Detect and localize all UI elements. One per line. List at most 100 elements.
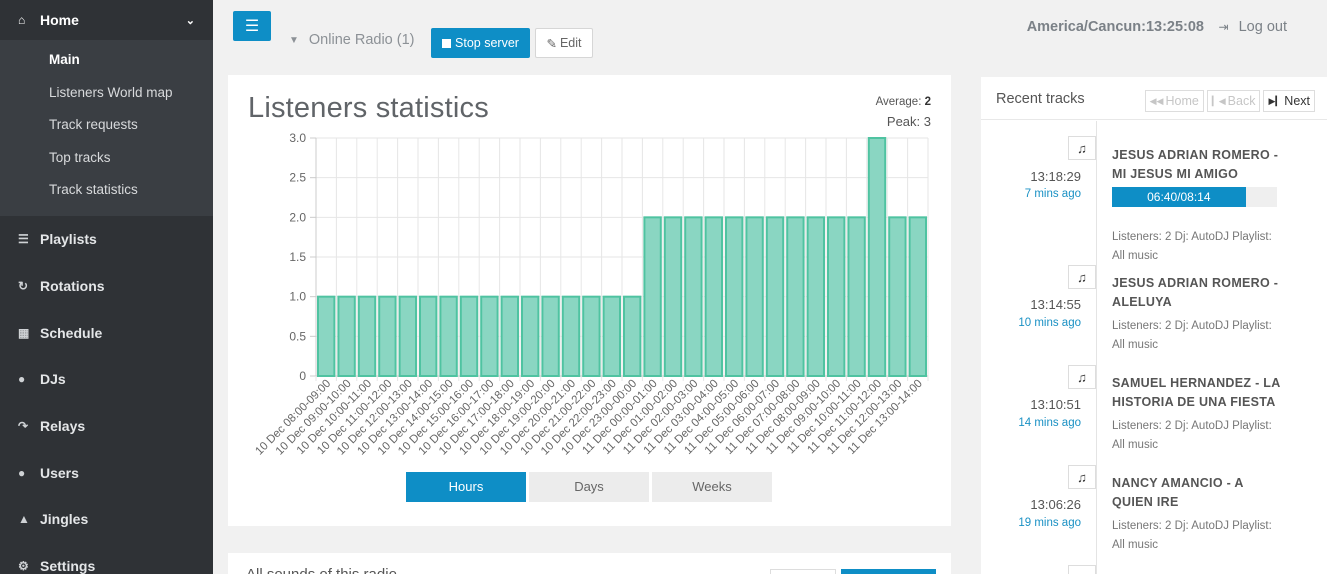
nav-back-button[interactable]: ▎◀ Back	[1206, 90, 1261, 112]
track-meta: Listeners: 2 Dj: AutoDJ Playlist: All mu…	[1112, 320, 1272, 351]
sounds-panel-button-2[interactable]	[841, 569, 936, 574]
sidebar-home-submenu: Main Listeners World map Track requests …	[0, 40, 213, 216]
edit-button[interactable]: ✎ Edit	[535, 28, 593, 58]
sidebar-item-listeners-world-map[interactable]: Listeners World map	[0, 77, 213, 110]
user-icon: ●	[18, 372, 26, 387]
bar	[684, 216, 703, 377]
track-time: 13:06:26	[1030, 497, 1081, 512]
y-tick-label: 2.0	[289, 210, 306, 224]
music-note-icon: ♫	[1068, 136, 1096, 160]
sidebar-item-label: Rotations	[40, 278, 105, 295]
bar	[908, 216, 927, 377]
list-icon: ☰	[18, 232, 29, 247]
listeners-statistics-panel: Listeners statistics Average: 2 Peak: 3 …	[228, 75, 951, 526]
track-name: NANCY AMANCIO - A QUIEN IRE	[1112, 476, 1244, 509]
bar	[623, 295, 642, 378]
sidebar-item-djs[interactable]: ● DJs	[0, 356, 213, 403]
sidebar-item-top-tracks[interactable]: Top tracks	[0, 142, 213, 175]
music-note-icon: ♫	[1068, 265, 1096, 289]
menu-toggle-button[interactable]: ☰	[233, 11, 271, 41]
recent-tracks-nav: ◀◀ Home ▎◀ Back ▶▎ Next	[1144, 90, 1315, 112]
timezone-clock: America/Cancun:13:25:08	[1026, 19, 1204, 35]
y-tick-label: 1.5	[289, 250, 306, 264]
recent-tracks-title: Recent tracks	[996, 91, 1085, 107]
bar	[643, 216, 662, 377]
sidebar-item-label: Settings	[40, 558, 96, 574]
track-name: SAMUEL HERNANDEZ - LA HISTORIA DE UNA FI…	[1112, 376, 1281, 409]
sidebar-home[interactable]: ⌂ Home ⌄	[0, 0, 213, 40]
track-progress-bar: 06:40/08:14	[1112, 187, 1277, 207]
sounds-panel-button-1[interactable]	[770, 569, 836, 574]
track-ago: 19 mins ago	[1018, 517, 1081, 529]
bar	[419, 295, 438, 378]
sidebar-item-track-requests[interactable]: Track requests	[0, 109, 213, 142]
range-weeks-button[interactable]: Weeks	[652, 472, 772, 502]
listeners-bar-chart: 00.51.01.52.02.53.010 Dec 08:00-09:0010 …	[253, 131, 929, 458]
bar	[663, 216, 683, 377]
sidebar-item-label: DJs	[40, 371, 66, 388]
y-tick-label: 0.5	[289, 329, 306, 343]
track-meta: Listeners: 2 Dj: AutoDJ Playlist: All mu…	[1112, 420, 1272, 451]
track-name: JESUS ADRIAN ROMERO - MI JESUS MI AMIGO	[1112, 148, 1279, 181]
y-tick-label: 3.0	[289, 131, 306, 145]
track-time: 13:10:51	[1030, 397, 1081, 412]
bar	[888, 216, 907, 377]
edit-icon: ✎	[546, 36, 557, 51]
stop-server-button[interactable]: Stop server	[431, 28, 530, 58]
sidebar-item-label: Playlists	[40, 231, 97, 248]
caret-down-icon: ▼	[289, 34, 299, 46]
nav-home-button[interactable]: ◀◀ Home	[1144, 90, 1204, 112]
redo-icon: ↷	[18, 419, 29, 434]
bar	[827, 216, 846, 377]
sounds-panel-title: All sounds of this radio	[246, 566, 397, 574]
step-forward-icon: ▶▎	[1268, 95, 1283, 106]
range-selector: Hours Days Weeks	[406, 472, 772, 502]
bar	[602, 295, 622, 378]
bar	[786, 216, 805, 377]
nav-next-button[interactable]: ▶▎ Next	[1263, 90, 1315, 112]
radio-selector[interactable]: ▼ Online Radio (1)	[289, 32, 414, 48]
sidebar-home-label: Home	[40, 12, 79, 28]
sidebar-item-schedule[interactable]: ▦ Schedule	[0, 309, 213, 356]
bar	[725, 216, 744, 377]
sidebar-item-playlists[interactable]: ☰ Playlists	[0, 216, 213, 263]
users-icon: ●	[18, 465, 26, 480]
sidebar-item-label: Schedule	[40, 324, 103, 341]
fast-backward-icon: ◀◀	[1149, 95, 1164, 106]
bar	[439, 295, 458, 378]
bar	[765, 216, 785, 377]
track-meta: Listeners: 2 Dj: AutoDJ Playlist: All mu…	[1112, 520, 1272, 551]
sidebar-item-jingles[interactable]: ▲ Jingles	[0, 496, 213, 543]
recent-tracks-header: Recent tracks ◀◀ Home ▎◀ Back ▶▎ Next	[981, 77, 1327, 120]
bar	[459, 295, 479, 378]
track-progress-fill: 06:40/08:14	[1112, 187, 1246, 207]
nav-home-label: Home	[1165, 94, 1199, 108]
bar	[398, 295, 418, 378]
music-note-icon	[1068, 565, 1096, 574]
sidebar-item-settings[interactable]: ⚙ Settings	[0, 543, 213, 574]
sidebar-item-track-statistics[interactable]: Track statistics	[0, 174, 213, 207]
calendar-icon: ▦	[18, 325, 30, 340]
y-tick-label: 1.0	[289, 290, 306, 304]
track-ago: 14 mins ago	[1018, 417, 1081, 429]
gears-icon: ⚙	[18, 559, 29, 574]
sidebar-item-rotations[interactable]: ↻ Rotations	[0, 263, 213, 310]
range-days-button[interactable]: Days	[529, 472, 649, 502]
sidebar-item-label: Users	[40, 464, 79, 481]
bar	[521, 295, 540, 378]
bar	[357, 295, 377, 378]
logout-link[interactable]: ⇥ Log out	[1219, 19, 1287, 35]
track-meta: Listeners: 2 Dj: AutoDJ Playlist: All mu…	[1112, 231, 1272, 262]
bar	[337, 295, 356, 378]
track-time: 13:18:29	[1030, 169, 1081, 184]
music-note-icon: ♫	[1068, 365, 1096, 389]
sidebar-item-relays[interactable]: ↷ Relays	[0, 403, 213, 450]
range-hours-button[interactable]: Hours	[406, 472, 526, 502]
nav-back-label: Back	[1227, 94, 1256, 108]
sounds-panel: All sounds of this radio	[228, 553, 951, 574]
bar	[500, 295, 520, 378]
bar	[867, 137, 887, 377]
sidebar-item-users[interactable]: ● Users	[0, 449, 213, 496]
bar	[704, 216, 724, 377]
sidebar-item-main[interactable]: Main	[0, 44, 213, 77]
